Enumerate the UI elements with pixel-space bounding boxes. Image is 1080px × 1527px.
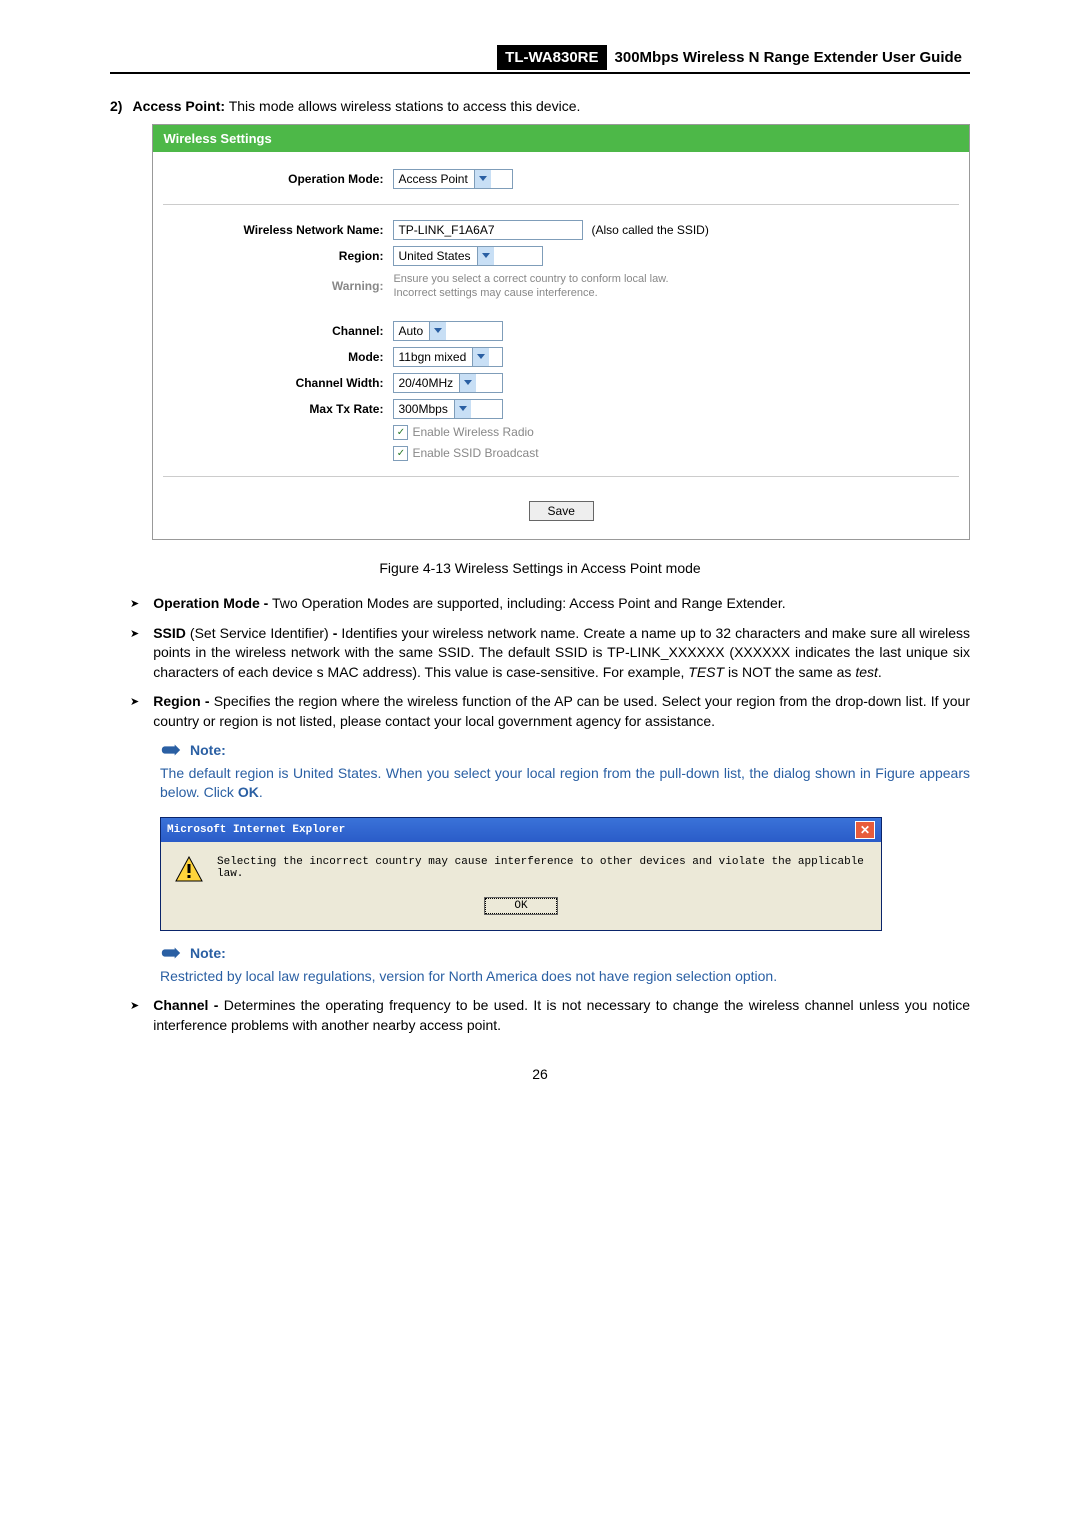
ap-label: Access Point:	[132, 98, 225, 114]
bullet-ssid-t2: is NOT the same as	[724, 664, 855, 680]
op-mode-select[interactable]: Access Point	[393, 169, 513, 189]
mode-select[interactable]: 11bgn mixed	[393, 347, 503, 367]
channel-label: Channel:	[163, 324, 393, 338]
region-select[interactable]: United States	[393, 246, 543, 266]
page-number: 26	[110, 1066, 970, 1082]
channel-select[interactable]: Auto	[393, 321, 503, 341]
chevron-down-icon	[477, 247, 494, 265]
header-title: 300Mbps Wireless N Range Extender User G…	[607, 45, 970, 70]
rate-select[interactable]: 300Mbps	[393, 399, 503, 419]
ap-text: This mode allows wireless stations to ac…	[229, 98, 581, 114]
warning-triangle-icon	[175, 856, 203, 882]
warning-line1: Ensure you select a correct country to c…	[393, 272, 959, 286]
chevron-down-icon	[429, 322, 446, 340]
ie-dialog: Microsoft Internet Explorer ✕ Selecting …	[160, 817, 882, 931]
hand-point-icon	[160, 742, 182, 758]
rate-label: Max Tx Rate:	[163, 402, 393, 416]
region-value: United States	[398, 249, 470, 263]
bullet-ssid-em1: TEST	[688, 664, 724, 680]
figure-caption: Figure 4-13 Wireless Settings in Access …	[110, 560, 970, 576]
mode-value: 11bgn mixed	[398, 350, 466, 364]
bullet-ssid-label: SSID	[153, 625, 186, 641]
hand-point-icon	[160, 945, 182, 961]
op-mode-label: Operation Mode:	[163, 172, 393, 186]
cw-label: Channel Width:	[163, 376, 393, 390]
note2-text: Restricted by local law regulations, ver…	[160, 967, 970, 987]
note-label: Note:	[190, 742, 226, 758]
save-button[interactable]: Save	[529, 501, 594, 521]
chk-ssid-label: Enable SSID Broadcast	[412, 446, 538, 460]
channel-width-select[interactable]: 20/40MHz	[393, 373, 503, 393]
wireless-settings-panel: Wireless Settings Operation Mode: Access…	[152, 124, 970, 540]
bullet-opmode-text: Two Operation Modes are supported, inclu…	[268, 595, 785, 611]
bullet-region-label: Region -	[153, 693, 209, 709]
channel-value: Auto	[398, 324, 423, 338]
chevron-down-icon	[472, 348, 489, 366]
panel-title: Wireless Settings	[153, 125, 969, 152]
region-label: Region:	[163, 249, 393, 263]
checkbox-enable-ssid[interactable]: ✓	[393, 446, 408, 461]
bullet-icon: ➤	[130, 692, 139, 731]
bullet-icon: ➤	[130, 996, 139, 1035]
cw-value: 20/40MHz	[398, 376, 453, 390]
warning-line2: Incorrect settings may cause interferenc…	[393, 286, 959, 300]
header-bar: TL-WA830RE 300Mbps Wireless N Range Exte…	[110, 45, 970, 74]
op-mode-value: Access Point	[398, 172, 467, 186]
bullet-region-text: Specifies the region where the wireless …	[153, 693, 970, 729]
list-item-2: 2) Access Point: This mode allows wirele…	[110, 98, 970, 550]
note-label: Note:	[190, 945, 226, 961]
item-number: 2)	[110, 98, 122, 550]
note1-ok: OK	[238, 784, 259, 800]
header-model: TL-WA830RE	[497, 45, 606, 70]
chevron-down-icon	[459, 374, 476, 392]
dialog-ok-button[interactable]: OK	[485, 898, 556, 914]
mode-label: Mode:	[163, 350, 393, 364]
bullet-ssid-em2: test	[855, 664, 878, 680]
bullet-icon: ➤	[130, 624, 139, 683]
dialog-title: Microsoft Internet Explorer	[167, 824, 345, 836]
chevron-down-icon	[454, 400, 471, 418]
ssid-input[interactable]	[393, 220, 583, 240]
note1-text1: The default region is United States. Whe…	[160, 765, 970, 801]
warning-label: Warning:	[163, 279, 393, 293]
chk-radio-label: Enable Wireless Radio	[412, 425, 533, 439]
note1-text2: .	[259, 784, 263, 800]
bullet-ssid-t3: .	[878, 664, 882, 680]
checkbox-enable-radio[interactable]: ✓	[393, 425, 408, 440]
ssid-label: Wireless Network Name:	[163, 223, 393, 237]
bullet-ssid-mid: (Set Service Identifier)	[186, 625, 333, 641]
bullet-opmode-label: Operation Mode -	[153, 595, 268, 611]
bullet-channel-label: Channel -	[153, 997, 218, 1013]
bullet-icon: ➤	[130, 594, 139, 614]
rate-value: 300Mbps	[398, 402, 447, 416]
chevron-down-icon	[474, 170, 491, 188]
close-icon[interactable]: ✕	[855, 821, 875, 839]
dialog-message: Selecting the incorrect country may caus…	[217, 856, 867, 880]
bullet-channel-text: Determines the operating frequency to be…	[153, 997, 970, 1033]
ssid-hint: (Also called the SSID)	[591, 223, 708, 237]
